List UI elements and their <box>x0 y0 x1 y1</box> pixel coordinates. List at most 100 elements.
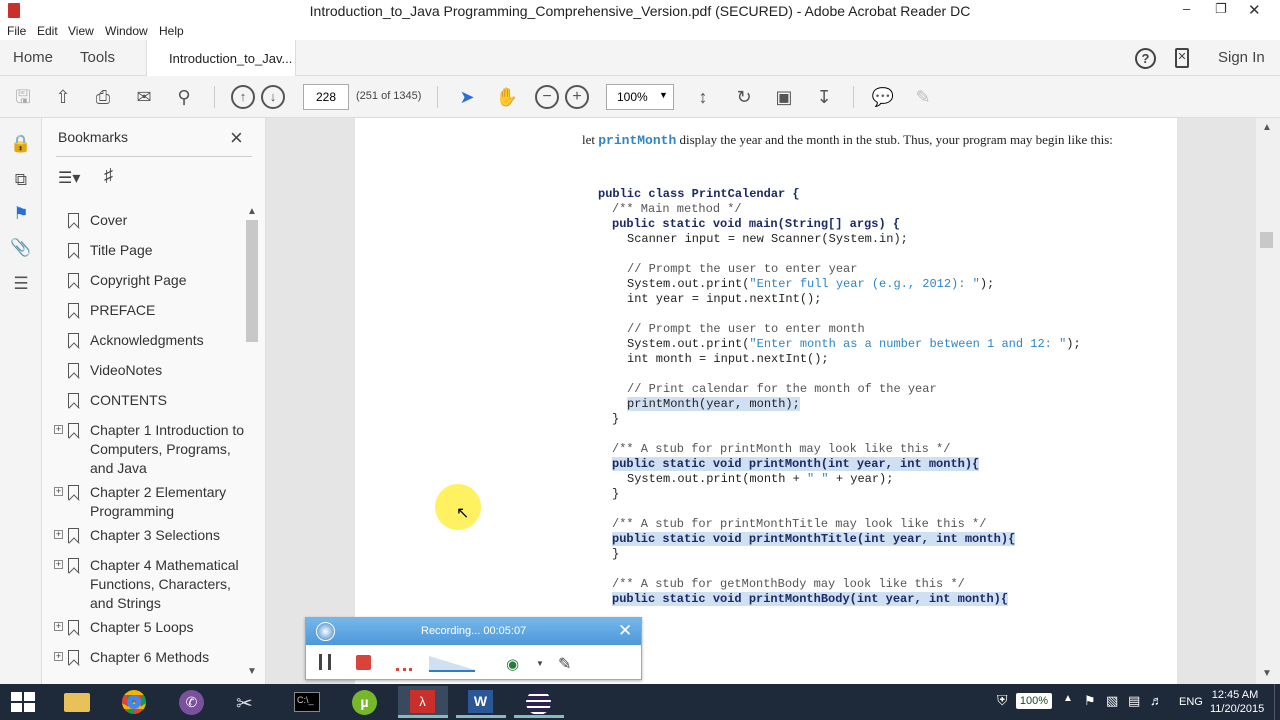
bookmark-icon <box>68 243 79 258</box>
defender-icon[interactable]: ⛨ <box>997 692 1008 709</box>
fit-page-icon[interactable]: ↕ <box>691 85 715 109</box>
menu-view[interactable]: View <box>68 24 94 38</box>
file-explorer-icon[interactable] <box>52 686 102 718</box>
email-icon[interactable]: ✉ <box>132 85 156 109</box>
menu-bar: File Edit View Window Help <box>0 22 1280 40</box>
expand-plus-icon[interactable]: + <box>54 487 63 496</box>
bookmark-panel-icon[interactable]: ⚑ <box>10 204 32 226</box>
help-icon[interactable]: ? <box>1135 48 1156 69</box>
restore-button[interactable]: ❐ <box>1215 1 1227 17</box>
minimize-button[interactable]: – <box>1183 1 1190 16</box>
bookmarks-title: Bookmarks <box>58 129 129 145</box>
volume-slider[interactable] <box>429 656 475 672</box>
save-icon[interactable]: 🖫 <box>11 85 35 109</box>
pen-icon[interactable]: ✎ <box>558 654 571 674</box>
scroll-down-icon[interactable]: ▼ <box>247 666 257 677</box>
acrobat-taskbar-icon[interactable]: λ <box>398 686 448 718</box>
expand-plus-icon[interactable]: + <box>54 530 63 539</box>
code-string: "Enter month as a number between 1 and 1… <box>749 337 1067 351</box>
lock-icon[interactable]: 🔒 <box>10 134 32 156</box>
network-icon[interactable]: ▤ <box>1128 693 1140 709</box>
print-icon[interactable]: ⎙ <box>91 85 115 109</box>
upload-icon[interactable]: ⇧ <box>51 85 75 109</box>
sign-in-link[interactable]: Sign In <box>1218 49 1265 66</box>
language-indicator[interactable]: ENG <box>1179 696 1203 708</box>
bookmark-icon <box>68 333 79 348</box>
panel-separator <box>56 156 252 157</box>
search-icon[interactable]: ⚲ <box>172 85 196 109</box>
zoom-in-icon[interactable]: + <box>565 85 589 109</box>
options-menu-icon[interactable]: ☰▾ <box>58 168 80 188</box>
eclipse-icon[interactable] <box>514 686 564 718</box>
fullscreen-icon[interactable]: ▣ <box>772 85 796 109</box>
highlight-pen-icon[interactable]: ✎ <box>911 85 935 109</box>
scroll-up-icon[interactable]: ▲ <box>247 206 257 217</box>
scroll-up-icon[interactable]: ▲ <box>1262 122 1272 133</box>
layers-icon[interactable]: ☰ <box>10 274 32 296</box>
menu-file[interactable]: File <box>7 24 26 38</box>
code-text: System.out.print(month + <box>627 472 808 486</box>
webcam-icon[interactable]: ◉ <box>506 655 519 673</box>
code-line: } <box>612 412 620 426</box>
expand-plus-icon[interactable]: + <box>54 622 63 631</box>
rotate-icon[interactable]: ↻ <box>732 85 756 109</box>
highlighted-code: public static void printMonthTitle(int y… <box>612 532 1016 546</box>
close-icon[interactable]: ✕ <box>618 621 632 641</box>
bookmark-label: VideoNotes <box>90 362 163 378</box>
next-page-icon[interactable]: ↓ <box>261 85 285 109</box>
command-prompt-icon[interactable]: C:\_ <box>282 686 332 718</box>
bookmark-label: Chapter 1 Introduction to Computers, Pro… <box>90 422 245 476</box>
close-panel-icon[interactable]: × <box>230 125 243 151</box>
scroll-thumb[interactable] <box>246 220 258 342</box>
scroll-thumb[interactable] <box>1260 232 1273 248</box>
volume-icon[interactable]: ♬ <box>1150 693 1163 708</box>
tab-home[interactable]: Home <box>13 49 53 66</box>
zoom-select[interactable]: 100% ▼ <box>606 84 674 110</box>
select-tool-icon[interactable]: ➤ <box>455 85 479 109</box>
bookmark-label: Copyright Page <box>90 272 187 288</box>
menu-help[interactable]: Help <box>159 24 184 38</box>
expand-plus-icon[interactable]: + <box>54 652 63 661</box>
mobile-link-icon[interactable]: ✕ <box>1175 48 1189 68</box>
snipping-tool-icon[interactable]: ✂ <box>224 686 274 718</box>
battery-indicator[interactable]: 100% <box>1016 693 1052 709</box>
chevron-down-icon[interactable]: ▼ <box>536 659 544 668</box>
recorder-logo-icon <box>316 622 335 641</box>
document-scrollbar[interactable]: ▲ ▼ <box>1256 118 1280 684</box>
menu-edit[interactable]: Edit <box>37 24 58 38</box>
prev-page-icon[interactable]: ↑ <box>231 85 255 109</box>
highlighted-code: public static void printMonth(int year, … <box>612 457 980 471</box>
page-number-input[interactable]: 228 <box>303 84 349 110</box>
windows-start-icon[interactable] <box>11 692 35 712</box>
expand-bookmark-icon[interactable]: ♯ <box>104 165 113 186</box>
chrome-icon[interactable] <box>110 686 160 718</box>
clock[interactable]: 12:45 AM 11/20/2015 <box>1210 688 1264 716</box>
chevron-up-icon[interactable]: ▲ <box>1063 693 1073 704</box>
attachment-icon[interactable]: 📎 <box>10 238 32 260</box>
pause-icon[interactable] <box>319 654 331 670</box>
expand-plus-icon[interactable]: + <box>54 560 63 569</box>
expand-plus-icon[interactable]: + <box>54 425 63 434</box>
zoom-out-icon[interactable]: − <box>535 85 559 109</box>
power-icon[interactable]: ▧ <box>1106 693 1118 709</box>
close-button[interactable]: ✕ <box>1248 1 1261 19</box>
code-line: } <box>612 487 620 501</box>
stop-icon[interactable] <box>356 655 371 670</box>
scroll-down-icon[interactable]: ▼ <box>1262 668 1272 679</box>
menu-window[interactable]: Window <box>105 24 148 38</box>
hand-tool-icon[interactable]: ✋ <box>495 85 519 109</box>
flag-icon[interactable]: ⚑ <box>1084 693 1096 709</box>
show-desktop-button[interactable] <box>1274 684 1280 720</box>
tab-document[interactable]: Introduction_to_Jav... <box>146 40 296 77</box>
viber-icon[interactable]: ✆ <box>167 686 217 718</box>
word-icon[interactable]: W <box>456 686 506 718</box>
zoom-value: 100% <box>617 90 648 104</box>
tab-tools[interactable]: Tools <box>80 49 115 66</box>
code-line: int year = input.nextInt(); <box>627 292 822 306</box>
separator <box>853 86 854 108</box>
utorrent-icon[interactable]: µ <box>340 686 390 718</box>
pages-icon[interactable]: ⧉ <box>10 170 32 192</box>
bookmarks-scrollbar[interactable]: ▲ ▼ <box>244 206 260 681</box>
scroll-mode-icon[interactable]: ↧ <box>812 85 836 109</box>
comment-icon[interactable]: 💬 <box>871 85 895 109</box>
